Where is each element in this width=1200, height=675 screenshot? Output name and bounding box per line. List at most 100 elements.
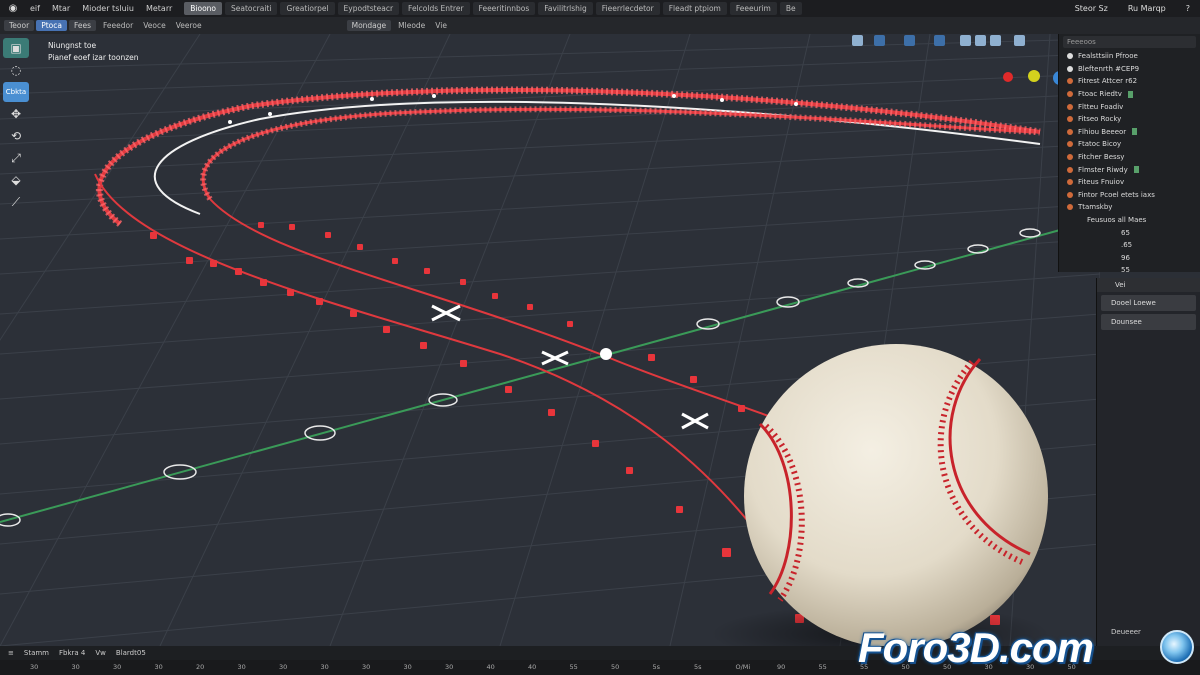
tool-move-icon[interactable]: ✥	[3, 104, 29, 124]
watermark-logo-text: Foro3D.com	[858, 624, 1094, 671]
transform-orientation-icon[interactable]	[852, 35, 863, 46]
timeline-tick-label: O/Mi	[735, 663, 751, 671]
outliner-row[interactable]: Fitseo Rocky	[1059, 113, 1200, 126]
gizmo-y-axis	[1028, 70, 1040, 82]
object-icon	[1067, 91, 1073, 98]
outliner-row[interactable]: Fltteu Foadiv	[1059, 100, 1200, 113]
header-button-view[interactable]: Vie	[430, 20, 452, 31]
object-icon	[1067, 204, 1073, 211]
workspace-tab-3[interactable]: Eypodtsteacr	[337, 2, 400, 15]
workspace-tab-5[interactable]: Feeeritinnbos	[472, 2, 536, 15]
outliner-search-input[interactable]: Feeeoos	[1063, 36, 1196, 48]
mode-button-4[interactable]: Veoce	[138, 20, 171, 31]
outliner-row[interactable]: Ttamskby	[1059, 201, 1200, 214]
baseball-object[interactable]	[744, 344, 1048, 646]
viewport-info-text: Niungnst toe Pianef eoef izar toonzen	[48, 40, 139, 64]
workspace-tab-0[interactable]: Bioono	[184, 2, 223, 15]
outliner-row[interactable]: Bleftenrth #CEP9	[1059, 63, 1200, 76]
visibility-icon[interactable]	[1132, 128, 1138, 136]
shading-solid-icon[interactable]	[960, 35, 971, 46]
timeline-tick-label: 55	[569, 663, 578, 671]
timeline-tick-label: 40	[528, 663, 537, 671]
workspace-tab-10[interactable]: Be	[779, 2, 802, 15]
tool-scale-icon[interactable]: ⤢	[3, 148, 29, 168]
workspace-tab-7[interactable]: Fieerrlecdetor	[595, 2, 660, 15]
snap-icon[interactable]	[874, 35, 885, 46]
shading-rendered-icon[interactable]	[990, 35, 1001, 46]
outliner-row[interactable]: Fitrest Attcer r62	[1059, 75, 1200, 88]
mode-button-2[interactable]: Fees	[68, 20, 97, 31]
outliner-row[interactable]: Fitcher Bessy	[1059, 151, 1200, 164]
watermark-globe-icon	[1160, 630, 1194, 664]
help-button[interactable]: ?	[1186, 4, 1190, 13]
workspace-tab-1[interactable]: Seatocraiti	[225, 2, 278, 15]
viewport-header: Teoor Ptoca Fees Feeedor Veoce Veeroe Mo…	[0, 17, 1200, 34]
header-button-modeling[interactable]: Mondage	[346, 20, 392, 31]
outliner-row[interactable]: 65	[1059, 226, 1200, 239]
properties-field-1[interactable]: Dooel Loewe	[1101, 295, 1196, 311]
3d-viewport[interactable]	[0, 34, 1100, 646]
workspace-tab-9[interactable]: Feeeurim	[729, 2, 777, 15]
overlay-icon[interactable]	[934, 35, 945, 46]
outliner-row[interactable]: 96	[1059, 252, 1200, 265]
mode-button-active[interactable]: Ptoca	[36, 20, 67, 31]
tool-active-button[interactable]: Cbkta	[3, 82, 29, 102]
timeline-tick-label: 30	[71, 663, 80, 671]
outliner-row[interactable]: .65	[1059, 239, 1200, 252]
scene-selector[interactable]: Steor Sz	[1075, 4, 1108, 13]
menu-item-edit[interactable]: Mtar	[46, 4, 76, 13]
visibility-icon[interactable]	[1127, 90, 1133, 98]
menu-item-render[interactable]: Mioder tsluiu	[76, 4, 140, 13]
properties-footer: Deueeer	[1111, 628, 1141, 636]
properties-field-2[interactable]: Dounsee	[1101, 314, 1196, 330]
object-icon	[1067, 128, 1073, 135]
menu-item-file[interactable]: eif	[24, 4, 46, 13]
tool-measure-icon[interactable]: ⟋	[3, 192, 29, 212]
object-icon	[1067, 116, 1073, 123]
workspace-tab-6[interactable]: Favilitrlshig	[538, 2, 593, 15]
outliner-row[interactable]: Ftoac Riedtv	[1059, 88, 1200, 101]
app-logo-icon[interactable]: ◉	[6, 2, 20, 16]
timeline-control-1[interactable]: Fbkra 4	[59, 649, 85, 657]
editor-type-button[interactable]: Teoor	[4, 20, 35, 31]
timeline-menu-icon[interactable]: ≡	[8, 649, 14, 657]
outliner-row[interactable]: Feusuos all Maes	[1059, 214, 1200, 227]
outliner-row[interactable]: Fintor Pcoel etets iaxs	[1059, 189, 1200, 202]
outliner-row[interactable]: Flhiou Beeeor	[1059, 126, 1200, 139]
timeline-control-2[interactable]: Vw	[95, 649, 106, 657]
object-icon	[1067, 191, 1073, 198]
outliner-row[interactable]: 55	[1059, 264, 1200, 277]
tool-shelf: ▣ ◌ Cbkta ✥ ⟲ ⤢ ⬙ ⟋	[0, 36, 32, 236]
workspace-tab-2[interactable]: Greatiorpel	[280, 2, 335, 15]
shading-material-icon[interactable]	[975, 35, 986, 46]
visibility-icon[interactable]	[1133, 166, 1139, 174]
view-layer-selector[interactable]: Ru Marqp	[1128, 4, 1166, 13]
outliner-row[interactable]: Flmster Riwdy	[1059, 163, 1200, 176]
viewport-info-line1: Niungnst toe	[48, 41, 97, 50]
menu-bar: ◉ eif Mtar Mioder tsluiu Metarr Bioono S…	[0, 0, 1200, 17]
timeline-tick-label: 30	[362, 663, 371, 671]
timeline-control-3[interactable]: Blardt05	[116, 649, 146, 657]
menu-item-window[interactable]: Metarr	[140, 4, 178, 13]
mode-button-5[interactable]: Veeroe	[171, 20, 207, 31]
tool-rotate-icon[interactable]: ⟲	[3, 126, 29, 146]
object-icon	[1067, 166, 1073, 173]
viewport-canvas[interactable]	[0, 34, 1100, 646]
timeline-tick-label: 55	[818, 663, 827, 671]
proportional-edit-icon[interactable]	[904, 35, 915, 46]
outliner-row[interactable]: Fiteus Fnuiov	[1059, 176, 1200, 189]
outliner-row[interactable]: Ftatoc Bicoy	[1059, 138, 1200, 151]
gizmo-x-axis	[1003, 72, 1013, 82]
tool-select-icon[interactable]: ▣	[3, 38, 29, 58]
timeline-tick-label: 30	[154, 663, 163, 671]
outliner-row[interactable]: Fealsttsiin Pfrooe	[1059, 50, 1200, 63]
tool-cursor-icon[interactable]: ◌	[3, 60, 29, 80]
timeline-control-0[interactable]: Stamm	[24, 649, 49, 657]
mode-button-3[interactable]: Feeedor	[98, 20, 138, 31]
properties-tab[interactable]: Vei	[1097, 278, 1200, 292]
header-button-mode[interactable]: Mleode	[393, 20, 430, 31]
shading-options-icon[interactable]	[1014, 35, 1025, 46]
workspace-tab-8[interactable]: Fleadt ptpiom	[662, 2, 727, 15]
workspace-tab-4[interactable]: Felcolds Entrer	[402, 2, 470, 15]
tool-transform-icon[interactable]: ⬙	[3, 170, 29, 190]
